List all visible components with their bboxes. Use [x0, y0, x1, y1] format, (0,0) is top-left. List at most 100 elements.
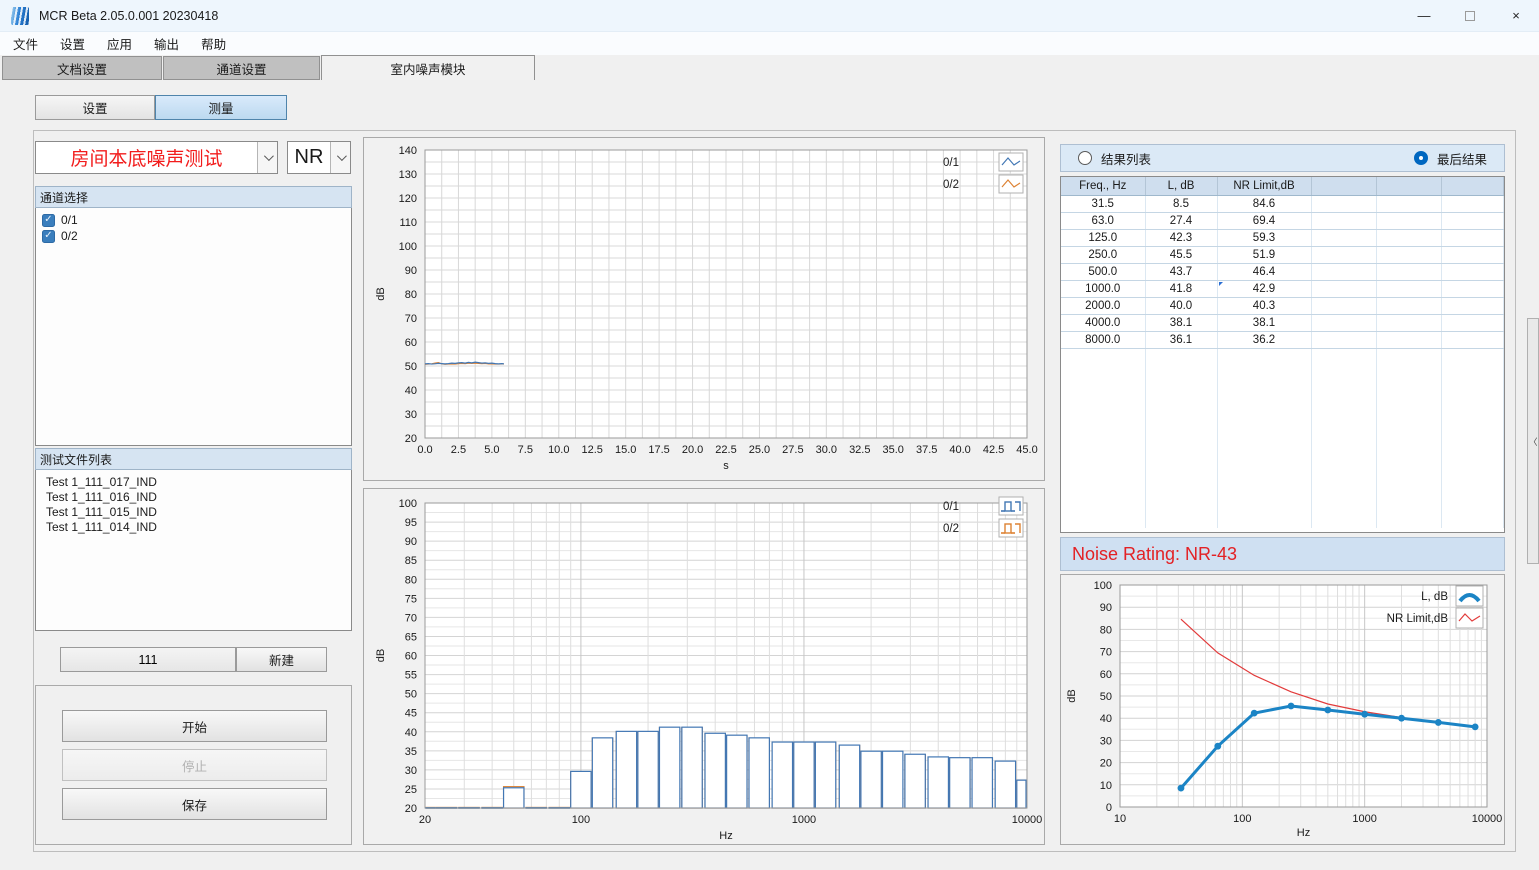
- svg-text:70: 70: [405, 612, 417, 624]
- new-button[interactable]: 新建: [236, 647, 327, 672]
- svg-text:100: 100: [1233, 813, 1251, 825]
- svg-text:0/1: 0/1: [943, 157, 959, 169]
- table-row[interactable]: 125.042.359.3: [1061, 229, 1504, 246]
- svg-text:90: 90: [1100, 602, 1112, 614]
- svg-text:50: 50: [405, 361, 417, 373]
- save-button[interactable]: 保存: [62, 788, 327, 820]
- svg-text:Hz: Hz: [1297, 827, 1310, 839]
- svg-text:40.0: 40.0: [949, 444, 970, 456]
- result-table[interactable]: Freq., Hz L, dB NR Limit,dB 31.58.584.66…: [1060, 176, 1505, 533]
- svg-text:140: 140: [399, 145, 417, 157]
- table-row[interactable]: 63.027.469.4: [1061, 212, 1504, 229]
- svg-text:100: 100: [399, 241, 417, 253]
- svg-text:65: 65: [405, 631, 417, 643]
- channel-select-header: 通道选择: [35, 186, 352, 208]
- svg-text:30: 30: [405, 409, 417, 421]
- svg-text:80: 80: [405, 574, 417, 586]
- tab-channel-settings[interactable]: 通道设置: [163, 56, 320, 80]
- svg-text:40: 40: [1100, 713, 1112, 725]
- svg-text:5.0: 5.0: [484, 444, 499, 456]
- svg-text:90: 90: [405, 536, 417, 548]
- svg-text:0.0: 0.0: [417, 444, 432, 456]
- menu-settings[interactable]: 设置: [49, 32, 96, 55]
- window-title: MCR Beta 2.05.0.001 20230418: [39, 9, 218, 23]
- svg-text:22.5: 22.5: [715, 444, 736, 456]
- svg-text:70: 70: [405, 313, 417, 325]
- table-row[interactable]: 8000.036.136.2: [1061, 331, 1504, 348]
- table-row[interactable]: 1000.041.842.9: [1061, 280, 1504, 297]
- rating-dropdown-button[interactable]: [330, 142, 350, 173]
- file-item[interactable]: Test 1_111_017_IND: [36, 474, 351, 489]
- svg-text:37.5: 37.5: [916, 444, 937, 456]
- checkbox-checked-icon[interactable]: ✓: [42, 214, 55, 227]
- table-row[interactable]: 250.045.551.9: [1061, 246, 1504, 263]
- svg-text:12.5: 12.5: [582, 444, 603, 456]
- svg-text:90: 90: [405, 265, 417, 277]
- test-file-list-header: 测试文件列表: [35, 448, 352, 470]
- svg-text:100: 100: [1094, 580, 1112, 592]
- subtab-settings[interactable]: 设置: [35, 95, 155, 120]
- rating-combobox[interactable]: NR: [287, 141, 351, 174]
- main-tab-strip: 文档设置 通道设置 室内噪声模块: [0, 55, 1539, 80]
- chevron-left-icon: 〈: [1528, 435, 1537, 448]
- close-button[interactable]: ×: [1493, 0, 1539, 32]
- radio-result-list[interactable]: [1078, 151, 1092, 165]
- svg-text:20.0: 20.0: [682, 444, 703, 456]
- svg-text:60: 60: [1100, 669, 1112, 681]
- svg-text:50: 50: [405, 689, 417, 701]
- test-type-combobox[interactable]: 房间本底噪声测试: [35, 141, 278, 174]
- result-table-body[interactable]: 31.58.584.663.027.469.4125.042.359.3250.…: [1061, 195, 1504, 528]
- svg-text:1000: 1000: [1352, 813, 1376, 825]
- chevron-down-icon: [337, 151, 347, 161]
- svg-text:75: 75: [405, 593, 417, 605]
- table-row[interactable]: 2000.040.040.3: [1061, 297, 1504, 314]
- file-item[interactable]: Test 1_111_016_IND: [36, 489, 351, 504]
- channel-item[interactable]: ✓ 0/1: [36, 212, 351, 228]
- minimize-button[interactable]: —: [1401, 0, 1447, 32]
- svg-text:NR Limit,dB: NR Limit,dB: [1387, 613, 1449, 625]
- spectrum-bar-chart: 2010010001000020253035404550556065707580…: [363, 488, 1045, 845]
- svg-text:80: 80: [1100, 624, 1112, 636]
- svg-text:42.5: 42.5: [983, 444, 1004, 456]
- svg-text:95: 95: [405, 517, 417, 529]
- col-freq: Freq., Hz: [1061, 177, 1145, 195]
- svg-text:30: 30: [405, 765, 417, 777]
- checkbox-checked-icon[interactable]: ✓: [42, 230, 55, 243]
- channel-item[interactable]: ✓ 0/2: [36, 228, 351, 244]
- test-name-input[interactable]: [60, 647, 236, 672]
- svg-text:dB: dB: [375, 287, 387, 300]
- table-row[interactable]: 31.58.584.6: [1061, 195, 1504, 212]
- svg-text:45.0: 45.0: [1016, 444, 1037, 456]
- svg-text:10: 10: [1100, 780, 1112, 792]
- radio-result-list-label[interactable]: 结果列表: [1101, 149, 1151, 168]
- maximize-button[interactable]: [1447, 0, 1493, 32]
- menu-file[interactable]: 文件: [2, 32, 49, 55]
- radio-last-result-label[interactable]: 最后结果: [1437, 149, 1487, 168]
- svg-text:0/1: 0/1: [943, 501, 959, 513]
- test-file-listbox[interactable]: Test 1_111_017_IND Test 1_111_016_IND Te…: [35, 470, 352, 631]
- file-item[interactable]: Test 1_111_015_IND: [36, 504, 351, 519]
- radio-last-result[interactable]: [1414, 151, 1428, 165]
- test-type-dropdown-button[interactable]: [257, 142, 277, 173]
- channel-label: 0/2: [61, 229, 78, 243]
- file-item[interactable]: Test 1_111_014_IND: [36, 519, 351, 534]
- svg-text:35.0: 35.0: [883, 444, 904, 456]
- table-row[interactable]: 4000.038.138.1: [1061, 314, 1504, 331]
- subtab-measure[interactable]: 测量: [155, 95, 287, 120]
- menu-application[interactable]: 应用: [96, 32, 143, 55]
- tab-document-settings[interactable]: 文档设置: [2, 56, 162, 80]
- svg-text:Hz: Hz: [719, 830, 732, 842]
- tab-indoor-noise-module[interactable]: 室内噪声模块: [321, 55, 535, 80]
- start-button[interactable]: 开始: [62, 710, 327, 742]
- channel-listbox[interactable]: ✓ 0/1 ✓ 0/2: [35, 208, 352, 446]
- stop-button: 停止: [62, 749, 327, 781]
- collapse-splitter[interactable]: 〈: [1527, 318, 1539, 564]
- svg-text:25.0: 25.0: [749, 444, 770, 456]
- svg-text:dB: dB: [375, 649, 387, 662]
- menu-output[interactable]: 输出: [143, 32, 190, 55]
- svg-text:20: 20: [405, 803, 417, 815]
- menu-help[interactable]: 帮助: [190, 32, 237, 55]
- svg-text:60: 60: [405, 651, 417, 663]
- svg-text:s: s: [723, 460, 729, 472]
- table-row[interactable]: 500.043.746.4: [1061, 263, 1504, 280]
